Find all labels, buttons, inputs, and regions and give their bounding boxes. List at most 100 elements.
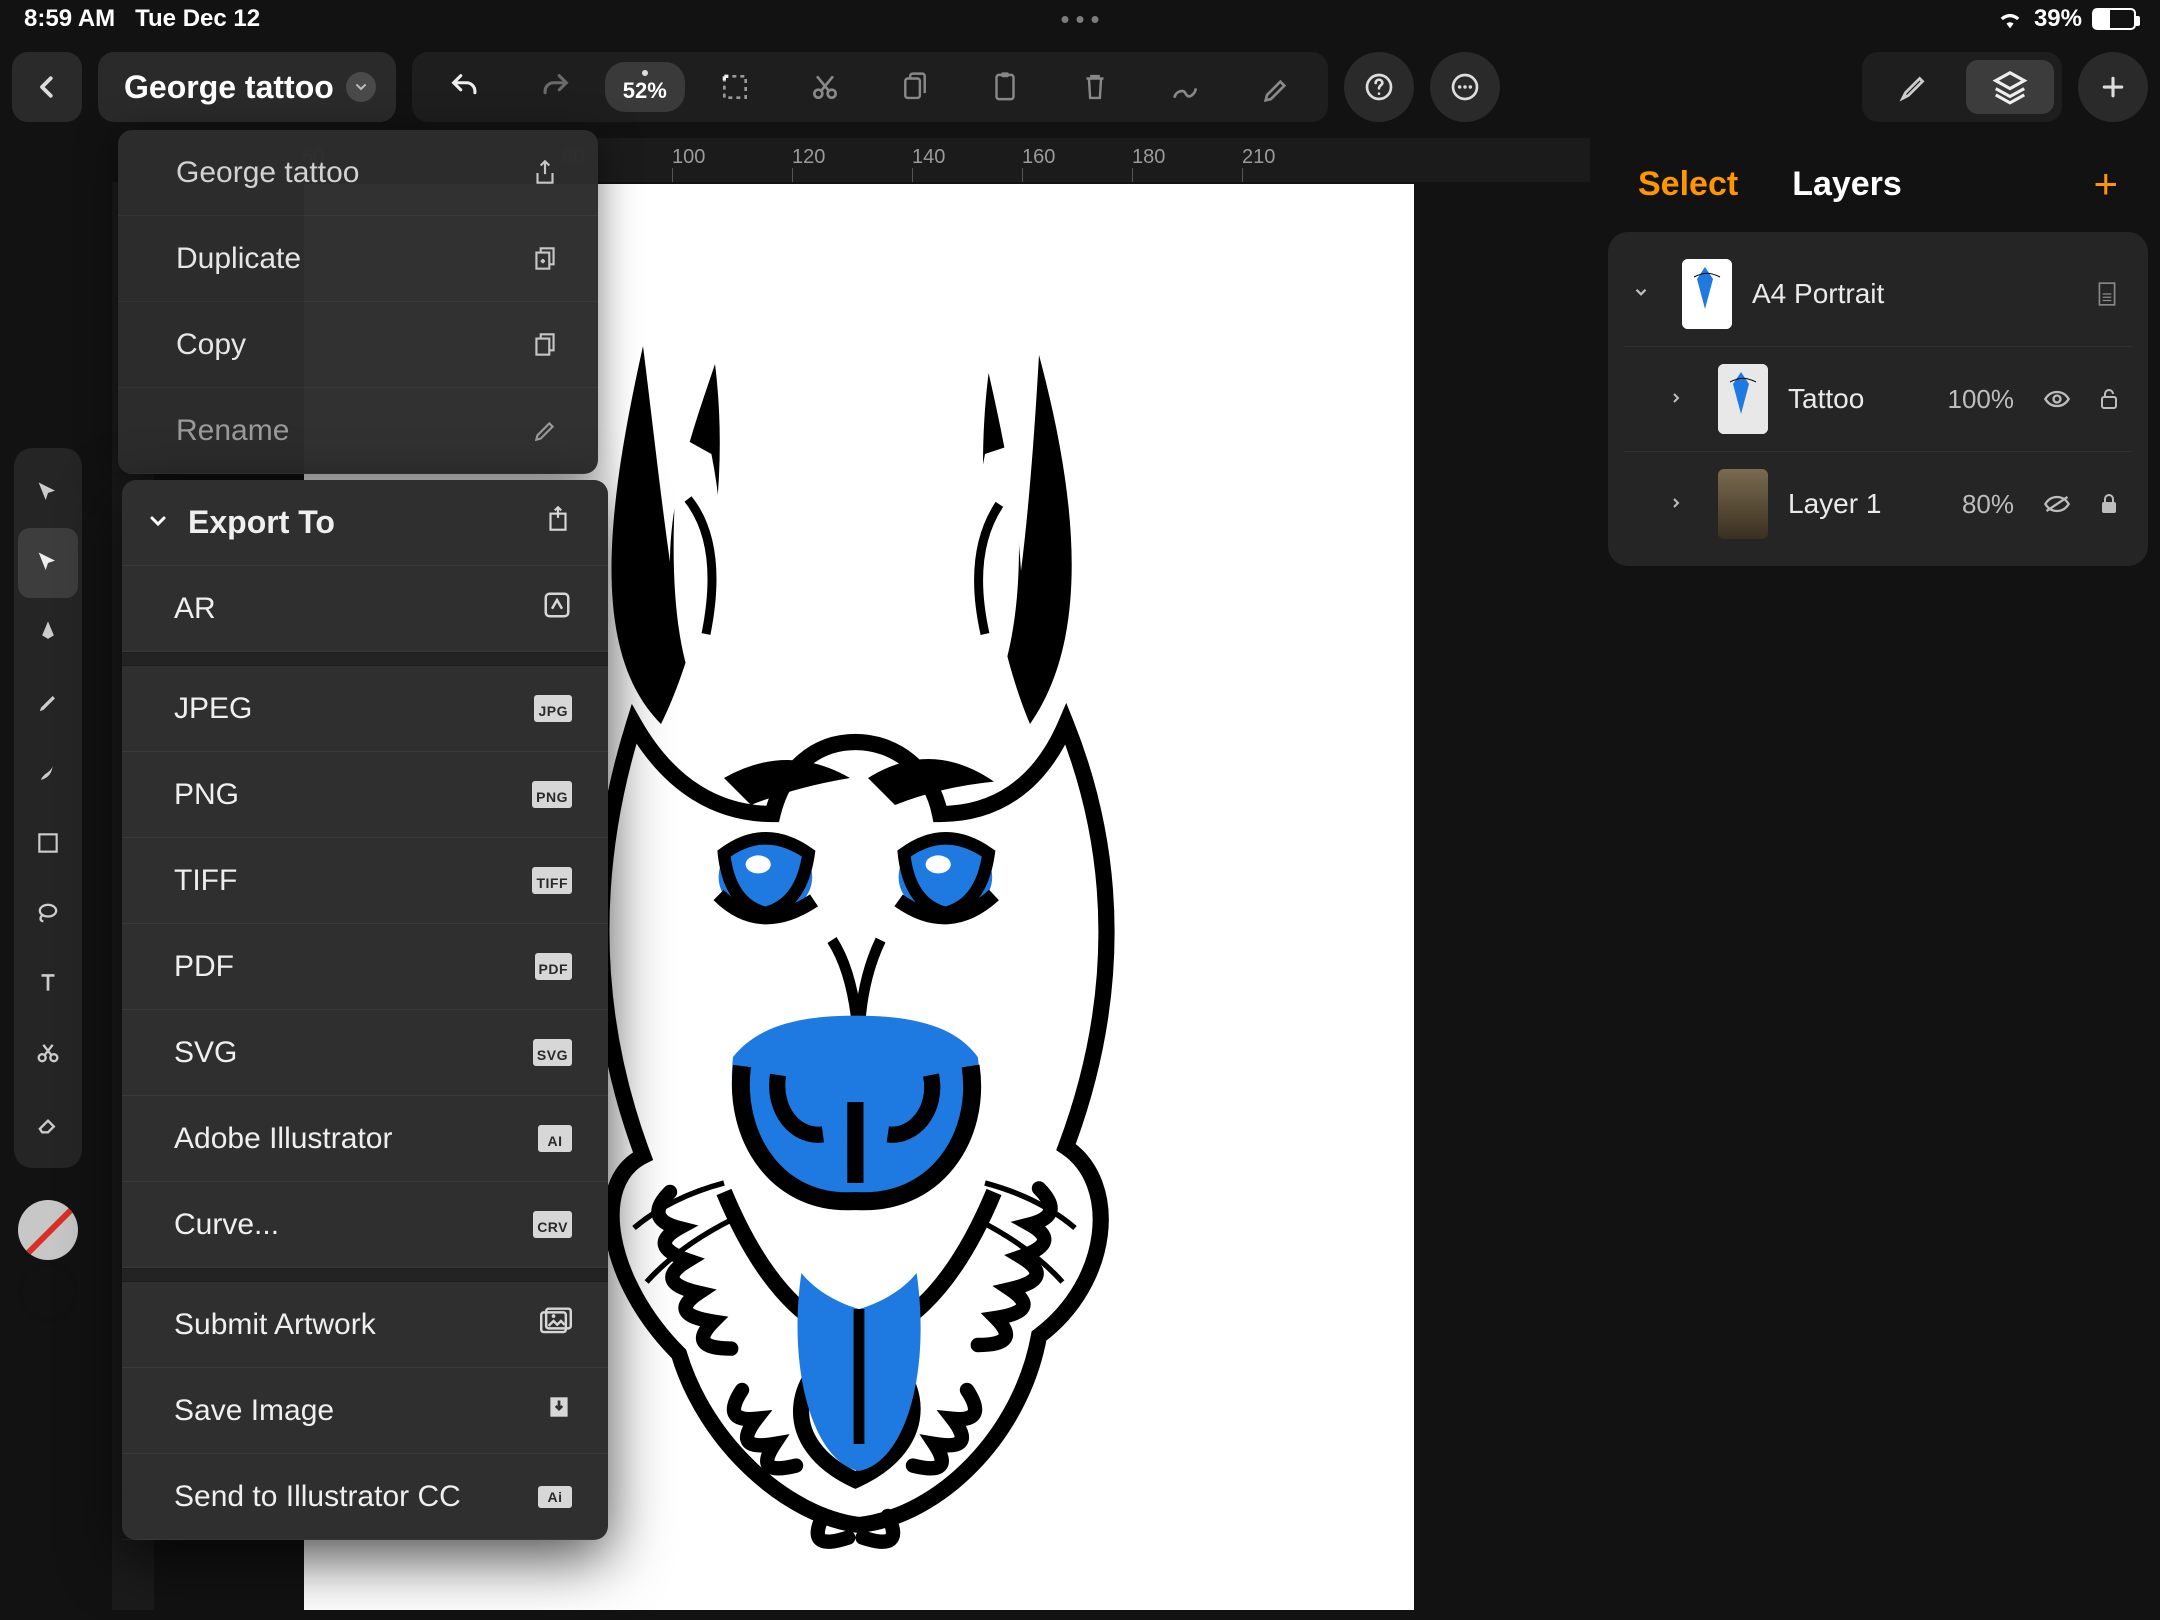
shape-tool[interactable] [18, 808, 78, 878]
paint-button[interactable] [1230, 52, 1320, 122]
back-button[interactable] [12, 52, 82, 122]
export-jpeg[interactable]: JPEG JPG [122, 666, 608, 752]
move-tool[interactable] [18, 458, 78, 528]
chevron-right-icon[interactable] [1668, 386, 1698, 412]
export-curve[interactable]: Curve... CRV [122, 1182, 608, 1268]
export-header[interactable]: Export To [122, 480, 608, 566]
export-jpeg-label: JPEG [174, 692, 252, 726]
crv-badge: CRV [533, 1211, 572, 1238]
export-save[interactable]: Save Image [122, 1368, 608, 1454]
layers-panel-header: Select Layers + [1608, 160, 2148, 232]
export-ar-label: AR [174, 592, 216, 626]
pencil-icon [528, 418, 562, 444]
gallery-icon [540, 1307, 572, 1342]
share-icon [528, 158, 562, 188]
layers-panel-button[interactable] [1966, 60, 2054, 114]
node-tool[interactable] [18, 528, 78, 598]
menu-copy[interactable]: Copy [118, 302, 598, 388]
artboard-meta-icon[interactable] [2090, 281, 2124, 307]
menu-rename[interactable]: Rename [118, 388, 598, 474]
layer-photo[interactable]: Layer 1 80% [1608, 452, 2148, 556]
layer-label: Tattoo [1788, 383, 1928, 415]
add-layer-button[interactable]: + [2093, 160, 2118, 208]
artboard-row[interactable]: A4 Portrait [1608, 242, 2148, 346]
ai-badge: AI [538, 1125, 572, 1152]
ruler-tick: 180 [1132, 146, 1165, 169]
paste-button[interactable] [960, 52, 1050, 122]
aicc-badge: Ai [538, 1486, 572, 1508]
layer-opacity[interactable]: 80% [1962, 489, 2014, 520]
export-send-ai[interactable]: Send to Illustrator CC Ai [122, 1454, 608, 1540]
menu-duplicate[interactable]: Duplicate [118, 216, 598, 302]
battery-pct: 39% [2034, 5, 2082, 33]
hidden-icon[interactable] [2040, 494, 2074, 514]
lock-icon[interactable] [2094, 492, 2124, 516]
ruler-tick: 120 [792, 146, 825, 169]
zoom-label: 52% [623, 78, 667, 104]
layer-label: Layer 1 [1788, 488, 1942, 520]
add-button[interactable] [2078, 52, 2148, 122]
menu-doc-title[interactable]: George tattoo [118, 130, 598, 216]
jpeg-badge: JPG [534, 695, 572, 722]
tab-layers[interactable]: Layers [1792, 165, 1902, 204]
scissors-tool[interactable] [18, 1018, 78, 1088]
edit-tool-group: 52% [412, 52, 1328, 122]
copy-icon [528, 330, 562, 360]
export-ar[interactable]: AR [122, 566, 608, 652]
tab-select[interactable]: Select [1638, 165, 1738, 204]
selection-tool-button[interactable] [690, 52, 780, 122]
text-tool[interactable] [18, 948, 78, 1018]
copy-button[interactable] [870, 52, 960, 122]
brush-panel-button[interactable] [1870, 60, 1958, 114]
document-title-label: George tattoo [124, 69, 334, 106]
export-tiff[interactable]: TIFFTIFF [122, 838, 608, 924]
chevron-down-icon [346, 72, 376, 102]
document-menu: George tattoo Duplicate Copy Rename [118, 130, 598, 474]
brush-edit-button[interactable] [1140, 52, 1230, 122]
unlock-icon[interactable] [2094, 387, 2124, 411]
zoom-indicator[interactable]: 52% [600, 52, 690, 122]
download-icon [546, 1393, 572, 1428]
layer-thumb [1718, 469, 1768, 539]
visible-icon[interactable] [2040, 389, 2074, 409]
export-curve-label: Curve... [174, 1208, 279, 1242]
export-icon [544, 504, 572, 541]
eraser-tool[interactable] [18, 1088, 78, 1158]
export-submit[interactable]: Submit Artwork [122, 1282, 608, 1368]
status-date: Tue Dec 12 [135, 5, 260, 33]
help-button[interactable] [1344, 52, 1414, 122]
export-send-label: Send to Illustrator CC [174, 1480, 461, 1514]
lasso-tool[interactable] [18, 878, 78, 948]
export-svg[interactable]: SVGSVG [122, 1010, 608, 1096]
menu-title-label: George tattoo [176, 156, 359, 190]
export-png[interactable]: PNGPNG [122, 752, 608, 838]
cut-button[interactable] [780, 52, 870, 122]
undo-button[interactable] [420, 52, 510, 122]
export-ai[interactable]: Adobe IllustratorAI [122, 1096, 608, 1182]
layers-panel: Select Layers + A4 Portrait Tattoo 100% … [1608, 160, 2148, 566]
pencil-tool[interactable] [18, 668, 78, 738]
layer-tattoo[interactable]: Tattoo 100% [1608, 347, 2148, 451]
layers-list: A4 Portrait Tattoo 100% Layer 1 80% [1608, 232, 2148, 566]
stroke-swatch-none[interactable] [18, 1200, 78, 1260]
document-title-dropdown[interactable]: George tattoo [98, 52, 396, 122]
multitask-dots[interactable] [1062, 16, 1099, 23]
more-button[interactable] [1430, 52, 1500, 122]
color-swatches [14, 1200, 82, 1322]
export-pdf[interactable]: PDFPDF [122, 924, 608, 1010]
layer-opacity[interactable]: 100% [1948, 384, 2015, 415]
layer-thumb [1718, 364, 1768, 434]
brush-tool[interactable] [18, 738, 78, 808]
ruler-tick: 140 [912, 146, 945, 169]
pen-tool[interactable] [18, 598, 78, 668]
fill-swatch[interactable] [18, 1262, 78, 1322]
chevron-right-icon[interactable] [1668, 491, 1698, 517]
top-toolbar: George tattoo 52% [12, 48, 2148, 126]
chevron-down-icon[interactable] [1632, 281, 1662, 307]
duplicate-icon [528, 244, 562, 274]
export-save-label: Save Image [174, 1394, 334, 1428]
delete-button[interactable] [1050, 52, 1140, 122]
redo-button[interactable] [510, 52, 600, 122]
menu-rename-label: Rename [176, 414, 289, 448]
panel-toggle-group [1862, 52, 2062, 122]
